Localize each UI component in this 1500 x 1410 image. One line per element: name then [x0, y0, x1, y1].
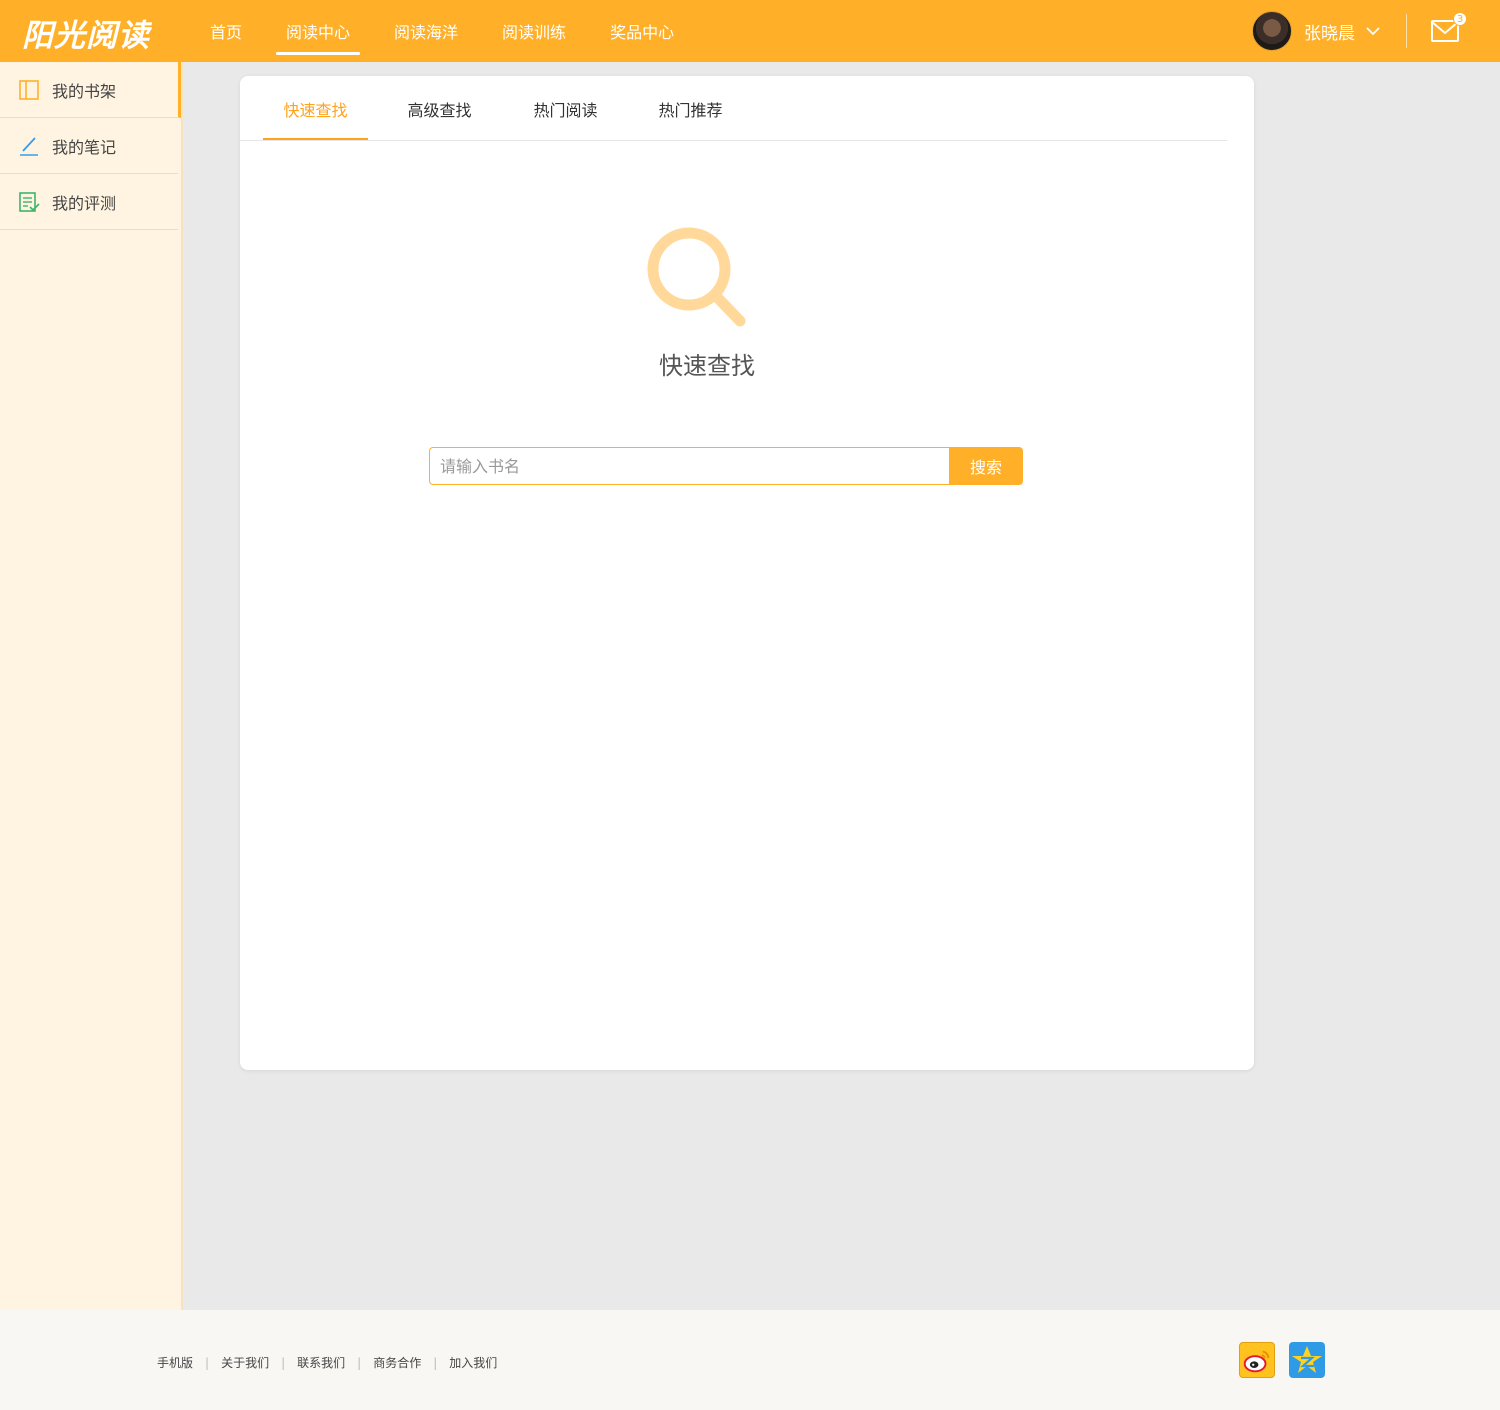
tab-quick-search[interactable]: 快速查找: [263, 76, 368, 141]
footer-link-join[interactable]: 加入我们: [449, 1354, 497, 1371]
sidebar: 我的书架 我的笔记 我的评测: [0, 62, 183, 1310]
main-card: 快速查找 高级查找 热门阅读 热门推荐 快速查找 搜索: [240, 76, 1254, 1070]
footer-separator: |: [281, 1355, 286, 1370]
nav-item-label: 阅读海洋: [394, 23, 459, 42]
footer-links: 手机版 | 关于我们 | 联系我们 | 商务合作 | 加入我们: [157, 1354, 497, 1371]
bookshelf-icon: [19, 79, 39, 100]
nav-item-reading-center[interactable]: 阅读中心: [264, 0, 372, 62]
nav-item-label: 阅读训练: [502, 23, 567, 42]
footer-link-about[interactable]: 关于我们: [221, 1354, 269, 1371]
nav-item-label: 奖品中心: [610, 23, 675, 42]
sidebar-item-label: 我的笔记: [52, 137, 117, 157]
sidebar-item-label: 我的书架: [52, 81, 117, 101]
search-tabs: 快速查找 高级查找 热门阅读 热门推荐: [240, 76, 1254, 141]
nav-item-prize-center[interactable]: 奖品中心: [588, 0, 696, 62]
footer-separator: |: [357, 1355, 362, 1370]
tab-label: 热门推荐: [658, 100, 723, 120]
tab-popular-reading[interactable]: 热门阅读: [515, 76, 616, 141]
message-count-badge: 3: [1453, 12, 1467, 26]
sidebar-item-notes[interactable]: 我的笔记: [0, 118, 178, 174]
nav-item-reading-training[interactable]: 阅读训练: [480, 0, 588, 62]
search-icon: [647, 227, 746, 327]
user-menu[interactable]: 张晓晨: [1252, 11, 1381, 51]
footer: 手机版 | 关于我们 | 联系我们 | 商务合作 | 加入我们: [0, 1310, 1500, 1410]
header-divider: [1406, 14, 1407, 48]
sidebar-item-evaluation[interactable]: 我的评测: [0, 174, 178, 230]
footer-link-business[interactable]: 商务合作: [373, 1354, 421, 1371]
nav-item-label: 阅读中心: [286, 23, 351, 42]
chevron-down-icon[interactable]: [1365, 23, 1381, 39]
pen-icon: [20, 136, 38, 156]
weibo-icon[interactable]: [1239, 1342, 1275, 1378]
main-nav: 首页 阅读中心 阅读海洋 阅读训练 奖品中心: [188, 0, 696, 62]
footer-separator: |: [433, 1355, 438, 1370]
tab-recommended[interactable]: 热门推荐: [640, 76, 741, 141]
tabs-divider: [240, 140, 1227, 141]
nav-item-home[interactable]: 首页: [188, 0, 264, 62]
sidebar-item-label: 我的评测: [52, 193, 117, 213]
search-bar: 搜索: [429, 447, 1023, 485]
sidebar-item-bookshelf[interactable]: 我的书架: [0, 62, 181, 118]
top-header: 阳光阅读 首页 阅读中心 阅读海洋 阅读训练 奖品中心 张晓晨 3: [0, 0, 1500, 62]
checklist-icon: [19, 191, 40, 212]
avatar[interactable]: [1252, 11, 1292, 51]
site-logo[interactable]: 阳光阅读: [22, 10, 150, 55]
search-button[interactable]: 搜索: [949, 447, 1023, 485]
tab-label: 热门阅读: [533, 100, 598, 120]
tab-label: 快速查找: [283, 100, 348, 120]
qzone-icon[interactable]: [1289, 1342, 1325, 1378]
tab-advanced-search[interactable]: 高级查找: [389, 76, 490, 141]
footer-separator: |: [205, 1355, 210, 1370]
footer-link-contact[interactable]: 联系我们: [297, 1354, 345, 1371]
nav-item-label: 首页: [210, 23, 243, 42]
search-input[interactable]: [429, 447, 949, 485]
footer-link-mobile[interactable]: 手机版: [157, 1354, 193, 1371]
page-title: 快速查找: [659, 352, 755, 380]
user-name: 张晓晨: [1304, 23, 1355, 44]
nav-item-reading-ocean[interactable]: 阅读海洋: [372, 0, 480, 62]
tab-label: 高级查找: [407, 100, 472, 120]
